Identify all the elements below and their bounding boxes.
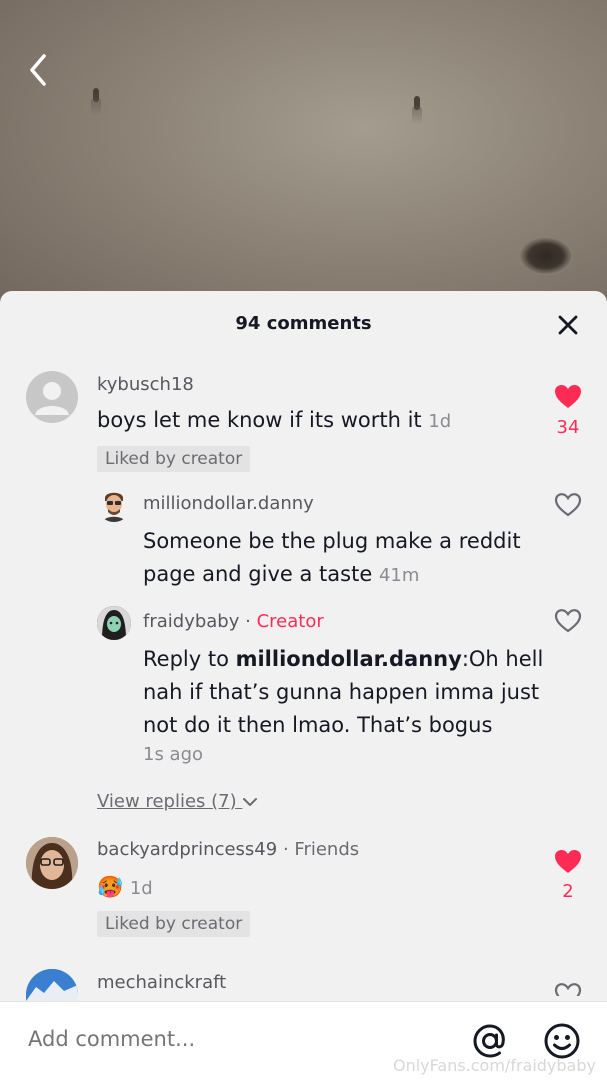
comment-time: 1d bbox=[129, 878, 153, 899]
comment-time: 1d bbox=[428, 411, 452, 432]
avatar[interactable] bbox=[26, 969, 78, 1001]
comment-username[interactable]: backyardprincess49 bbox=[97, 839, 277, 860]
heart-filled-icon[interactable] bbox=[554, 384, 582, 410]
memoji-avatar-icon bbox=[103, 492, 125, 522]
separator-dot: · bbox=[282, 839, 289, 860]
reply-username[interactable]: milliondollar.danny bbox=[143, 493, 314, 514]
reply-time: 1s ago bbox=[143, 744, 204, 765]
avatar[interactable] bbox=[26, 371, 78, 423]
liked-by-creator-tag: Liked by creator bbox=[97, 911, 251, 937]
reply-username[interactable]: fraidybaby bbox=[143, 611, 239, 632]
reply-prefix: Reply to bbox=[143, 647, 236, 671]
liked-by-creator-tag: Liked by creator bbox=[97, 446, 251, 472]
separator-dot: · bbox=[245, 611, 251, 632]
at-icon bbox=[473, 1024, 505, 1058]
creator-badge: Creator bbox=[256, 611, 324, 632]
emoji-icon bbox=[544, 1023, 580, 1059]
heart-outline-icon[interactable] bbox=[554, 608, 582, 634]
comment-body: boys let me know if its worth it bbox=[97, 408, 422, 432]
profile-photo-icon bbox=[26, 837, 78, 889]
reply-text: Someone be the plug make a reddit page a… bbox=[143, 525, 543, 592]
avatar[interactable] bbox=[97, 606, 131, 640]
mention-link[interactable]: milliondollar.danny bbox=[236, 647, 462, 671]
watermark-text: OnlyFans.com/fraidybaby bbox=[393, 1056, 596, 1075]
close-button[interactable] bbox=[554, 311, 582, 339]
mention-button[interactable] bbox=[470, 1021, 510, 1061]
like-count: 34 bbox=[556, 417, 580, 438]
avatar[interactable] bbox=[26, 837, 78, 889]
back-button[interactable] bbox=[24, 50, 54, 90]
profile-photo-icon bbox=[26, 969, 78, 1001]
avatar[interactable] bbox=[97, 488, 131, 522]
creator-avatar-icon bbox=[97, 606, 131, 640]
reply-body: Someone be the plug make a reddit page a… bbox=[143, 529, 521, 586]
reply-time: 41m bbox=[378, 565, 420, 586]
comment-text: 🥵 1d bbox=[97, 871, 153, 905]
like-count: 2 bbox=[562, 881, 574, 902]
back-icon bbox=[30, 54, 46, 86]
heart-filled-icon[interactable] bbox=[554, 849, 582, 875]
default-avatar-icon bbox=[35, 382, 69, 415]
heart-outline-icon[interactable] bbox=[554, 492, 582, 518]
chevron-down-icon bbox=[243, 798, 258, 806]
wall-outlet bbox=[519, 237, 573, 275]
comment-username[interactable]: kybusch18 bbox=[97, 374, 194, 395]
view-replies-label: View replies (7) bbox=[97, 791, 237, 812]
reply-text: Reply to milliondollar.danny:Oh hell nah… bbox=[143, 643, 553, 742]
wall-hook bbox=[412, 96, 422, 124]
video-background bbox=[0, 0, 607, 320]
reply-username-line: fraidybaby · Creator bbox=[143, 611, 324, 632]
comments-count-title: 94 comments bbox=[235, 313, 372, 334]
wall-hook bbox=[91, 88, 101, 116]
comment-username-line: backyardprincess49 · Friends bbox=[97, 839, 359, 860]
close-icon bbox=[558, 315, 578, 335]
hot-face-emoji: 🥵 bbox=[97, 875, 124, 899]
comments-sheet: 94 comments kybusch18 boys let me know i… bbox=[0, 291, 607, 1080]
friends-badge: Friends bbox=[294, 839, 360, 860]
emoji-button[interactable] bbox=[542, 1021, 582, 1061]
add-comment-input[interactable] bbox=[28, 1027, 448, 1051]
comment-username[interactable]: mechainckraft bbox=[97, 972, 226, 993]
heart-outline-icon[interactable] bbox=[554, 982, 582, 996]
view-replies-button[interactable]: View replies (7) bbox=[97, 791, 258, 812]
comment-text: boys let me know if its worth it 1d bbox=[97, 404, 451, 438]
